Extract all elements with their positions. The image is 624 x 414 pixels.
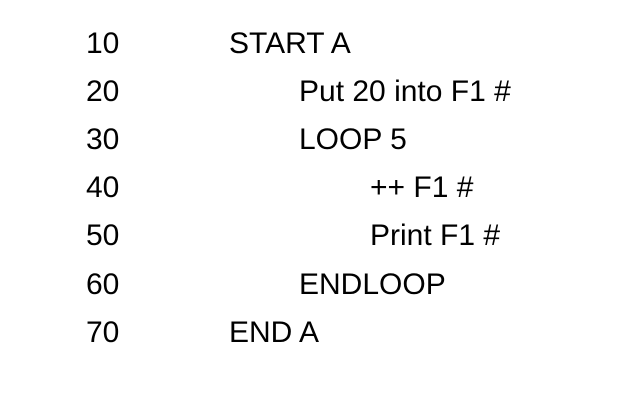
line-number: 50: [86, 219, 120, 252]
code-statement: Put 20 into F1 #: [299, 75, 511, 108]
code-line: 70 END A: [0, 309, 624, 357]
code-statement: START A: [229, 27, 351, 60]
code-line: 40 ++ F1 #: [0, 164, 624, 212]
line-number: 10: [86, 27, 120, 60]
code-line: 60 ENDLOOP: [0, 261, 624, 309]
code-line: 10 START A: [0, 20, 624, 68]
code-listing: 10 START A 20 Put 20 into F1 # 30 LOOP 5…: [0, 0, 624, 414]
code-statement: ++ F1 #: [370, 171, 474, 204]
line-number: 40: [86, 171, 120, 204]
code-line: 50 Print F1 #: [0, 212, 624, 260]
code-statement: ENDLOOP: [299, 268, 446, 301]
code-statement: Print F1 #: [370, 219, 501, 252]
code-statement: LOOP 5: [299, 123, 407, 156]
line-number: 30: [86, 123, 120, 156]
line-number: 70: [86, 316, 120, 349]
code-line: 30 LOOP 5: [0, 116, 624, 164]
line-number: 60: [86, 268, 120, 301]
line-number: 20: [86, 75, 120, 108]
code-line: 20 Put 20 into F1 #: [0, 68, 624, 116]
code-statement: END A: [229, 316, 320, 349]
